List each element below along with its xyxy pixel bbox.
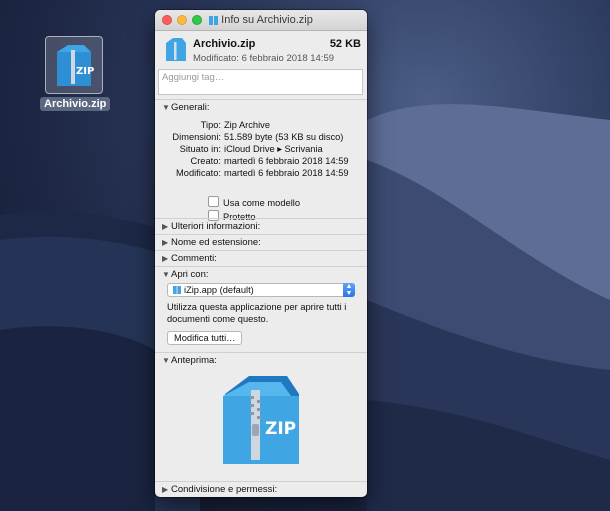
modified-date: Modificato: 6 febbraio 2018 14:59 xyxy=(193,53,335,64)
open-with-description: Utilizza questa applicazione per aprire … xyxy=(167,302,347,324)
preview-zip-icon: ZIP xyxy=(223,376,299,464)
zip-file-icon xyxy=(166,38,186,61)
disclosure-open-icon: ▼ xyxy=(162,103,170,112)
zip-title-icon xyxy=(209,16,219,26)
sharing-section[interactable]: ▶ Condivisione e permessi: xyxy=(155,481,367,497)
file-size: 52 KB xyxy=(329,38,361,50)
general-header[interactable]: ▼Generali: xyxy=(155,100,367,115)
file-name: Archivio.zip xyxy=(193,38,256,50)
disclosure-closed-icon: ▶ xyxy=(162,238,169,247)
disclosure-closed-icon: ▶ xyxy=(162,254,169,263)
open-with-app: iZip.app (default) xyxy=(184,285,254,295)
titlebar: Info su Archivio.zip xyxy=(155,10,367,31)
stationery-checkbox[interactable]: Usa come modello xyxy=(208,196,300,208)
window-title-text: Info su Archivio.zip xyxy=(221,14,313,26)
disclosure-open-icon: ▼ xyxy=(162,270,170,279)
change-all-button[interactable]: Modifica tutti… xyxy=(167,331,243,345)
comments-section[interactable]: ▶ Commenti: xyxy=(155,250,367,266)
name-extension-section[interactable]: ▶ Nome ed estensione: xyxy=(155,234,367,250)
izip-app-icon xyxy=(173,286,181,294)
disclosure-closed-icon: ▶ xyxy=(162,485,169,494)
disclosure-closed-icon: ▶ xyxy=(162,222,169,231)
open-with-select[interactable]: iZip.app (default) ▲ ▼ xyxy=(167,283,355,297)
window-title: Info su Archivio.zip xyxy=(155,14,367,26)
disclosure-open-icon: ▼ xyxy=(162,356,170,365)
info-window: Info su Archivio.zip Archivio.zip 52 KB … xyxy=(155,10,367,497)
desktop-file-label: Archivio.zip xyxy=(40,97,111,111)
preview-section[interactable]: ▼Anteprima: xyxy=(155,352,367,368)
general-section: ▼Generali: Tipo: Zip Archive Dimensioni: 5… xyxy=(155,99,367,237)
zip-archive-icon: ZIP xyxy=(45,36,103,94)
tags-input[interactable]: Aggiungi tag… xyxy=(158,69,363,95)
preview-zip-text: ZIP xyxy=(265,419,296,439)
file-header: Archivio.zip 52 KB Modificato: 6 febbrai… xyxy=(155,31,367,69)
svg-text:ZIP: ZIP xyxy=(76,66,94,77)
more-info-section[interactable]: ▶ Ulteriori informazioni: xyxy=(155,218,367,234)
select-arrows-icon: ▲ ▼ xyxy=(343,283,355,297)
desktop-file-icon[interactable]: ZIP Archivio.zip xyxy=(40,36,111,112)
open-with-section[interactable]: ▼Apri con: xyxy=(155,266,367,282)
